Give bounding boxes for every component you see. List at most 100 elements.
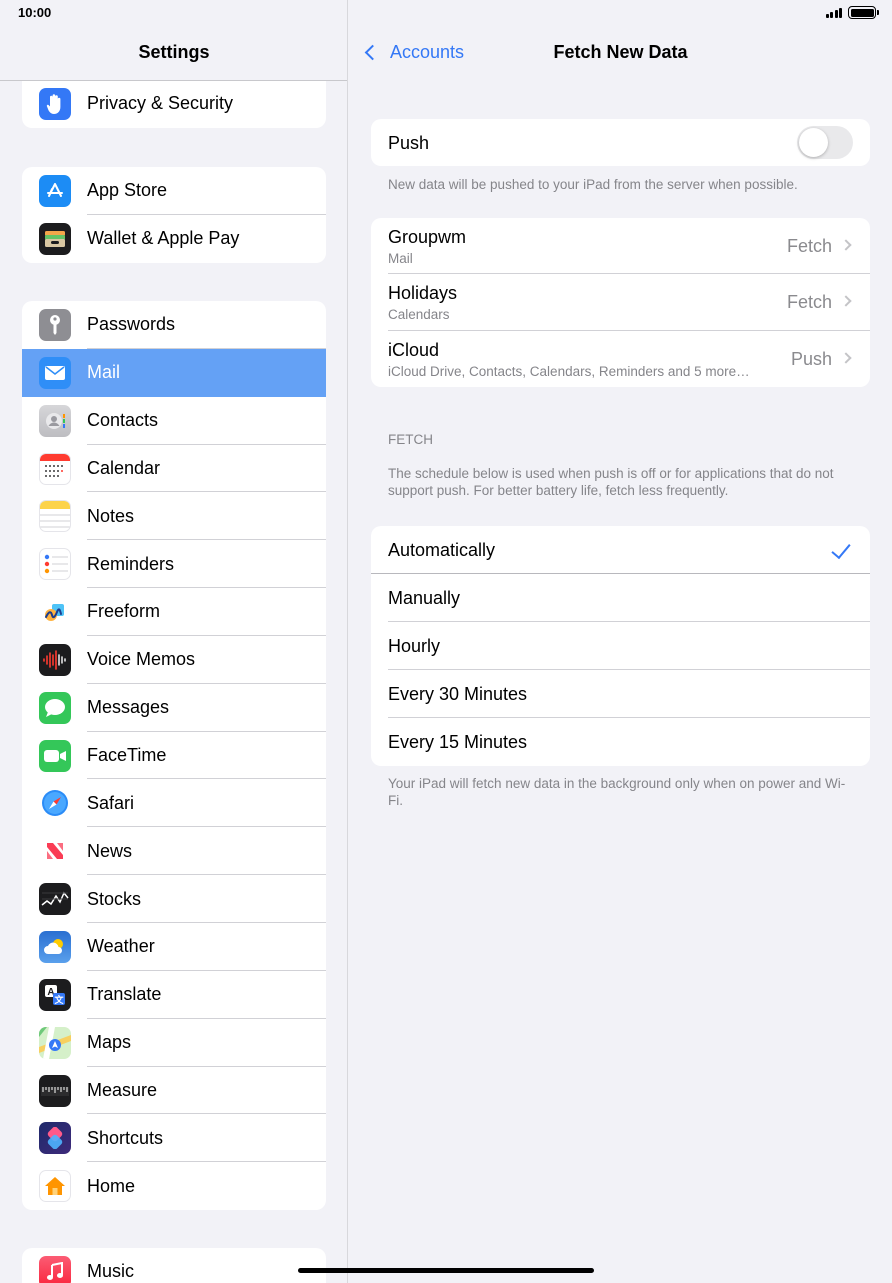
sidebar-item-measure[interactable]: Measure [22,1067,326,1115]
sidebar-item-label: Home [87,1175,136,1196]
key-icon [39,309,71,341]
sidebar-item-shortcuts[interactable]: Shortcuts [22,1114,326,1163]
account-row-groupwm[interactable]: Groupwm Mail Fetch [371,218,870,275]
music-note-icon [39,1256,71,1283]
sidebar-item-maps[interactable]: Maps [22,1019,326,1067]
freeform-icon [39,596,71,629]
sidebar-item-label: Music [87,1261,135,1282]
home-indicator[interactable] [298,1268,594,1273]
sidebar-item-weather[interactable]: Weather [22,923,326,971]
sidebar-item-label: Measure [87,1079,158,1100]
sidebar-group-store: App Store Wallet & Apple Pay [22,167,326,263]
ruler-icon [39,1074,71,1107]
accounts-card: Groupwm Mail Fetch Holidays Calendars Fe… [371,218,870,387]
fetch-footnote: Your iPad will fetch new data in the bac… [388,776,846,808]
sidebar-item-label: Maps [87,1032,132,1053]
sidebar-item-label: News [87,840,133,861]
sidebar-item-voice-memos[interactable]: Voice Memos [22,636,326,684]
sidebar-group-media: Music [22,1248,326,1283]
battery-icon [848,6,879,19]
wallet-icon [39,222,71,255]
sidebar-item-news[interactable]: News [22,827,326,876]
account-subtitle: Mail [388,251,413,266]
fetch-option-manually[interactable]: Manually [371,574,870,622]
sidebar-item-reminders[interactable]: Reminders [22,540,326,589]
detail-pane: Accounts Fetch New Data Push New data wi… [349,0,892,1283]
fetch-option-every-15-minutes[interactable]: Every 15 Minutes [371,718,870,766]
sidebar-item-wallet[interactable]: Wallet & Apple Pay [22,215,326,263]
map-icon [39,1026,71,1059]
push-toggle[interactable] [797,126,853,159]
account-name: iCloud [388,339,440,360]
waveform-icon [39,643,71,676]
option-label: Manually [388,588,461,608]
sidebar-item-privacy-security[interactable]: Privacy & Security [22,80,326,128]
sidebar-item-contacts[interactable]: Contacts [22,397,326,445]
settings-sidebar: Settings Privacy & Security App Store Wa… [0,0,348,1283]
sidebar-item-label: Wallet & Apple Pay [87,228,240,249]
cellular-signal-icon [825,7,842,18]
sidebar-item-calendar[interactable]: Calendar [22,445,326,493]
hand-icon [39,88,71,120]
sidebar-item-label: App Store [87,180,168,201]
page-title: Fetch New Data [553,42,688,62]
sidebar-item-freeform[interactable]: Freeform [22,588,326,636]
sidebar-item-label: Messages [87,697,170,718]
sidebar-item-label: Privacy & Security [87,93,234,114]
sidebar-item-label: Freeform [87,601,161,622]
account-subtitle: iCloud Drive, Contacts, Calendars, Remin… [388,363,750,379]
sidebar-item-facetime[interactable]: FaceTime [22,732,326,780]
status-time: 10:00 [18,5,52,20]
app-store-icon [39,175,71,207]
option-label: Every 15 Minutes [388,732,528,752]
account-name: Groupwm [388,227,467,247]
translate-icon: A文 [39,978,71,1011]
option-label: Hourly [388,636,441,656]
sidebar-item-stocks[interactable]: Stocks [22,875,326,923]
compass-icon [39,787,71,820]
news-icon [39,835,71,868]
account-fetch-mode: Fetch [786,292,832,313]
calendar-icon [39,452,71,485]
account-row-icloud[interactable]: iCloud iCloud Drive, Contacts, Calendars… [371,331,870,387]
sidebar-item-passwords[interactable]: Passwords [22,301,326,349]
contacts-icon [39,404,71,437]
sidebar-item-label: Shortcuts [87,1127,164,1148]
push-footnote: New data will be pushed to your iPad fro… [388,177,798,192]
sidebar-item-translate[interactable]: A文 Translate [22,971,326,1019]
sidebar-item-music[interactable]: Music [22,1248,326,1283]
shortcuts-icon [39,1122,71,1155]
checkmark-icon [831,538,851,560]
message-bubble-icon [39,691,71,724]
sidebar-title: Settings [138,42,210,62]
option-label: Every 30 Minutes [388,684,528,704]
sidebar-item-home[interactable]: Home [22,1162,326,1210]
sidebar-item-mail[interactable]: Mail [22,348,326,397]
account-row-holidays[interactable]: Holidays Calendars Fetch [371,274,870,331]
stocks-chart-icon [39,883,71,916]
sidebar-item-app-store[interactable]: App Store [22,167,326,215]
sidebar-header: Settings [0,0,347,81]
fetch-option-automatically[interactable]: Automatically [371,526,870,574]
sidebar-item-label: Voice Memos [87,649,196,670]
sidebar-item-messages[interactable]: Messages [22,684,326,732]
account-subtitle: Calendars [388,307,450,323]
fetch-option-every-30-minutes[interactable]: Every 30 Minutes [371,670,870,718]
account-name: Holidays [388,283,458,304]
sidebar-item-label: Passwords [87,314,176,335]
sidebar-item-label: Reminders [87,553,175,574]
fetch-description: The schedule below is used when push is … [388,466,834,498]
fetch-option-hourly[interactable]: Hourly [371,622,870,670]
status-indicators [825,6,879,19]
toggle-knob [799,128,828,157]
account-fetch-mode: Fetch [786,236,832,256]
reminders-icon [39,548,71,581]
video-camera-icon [39,739,71,772]
fetch-section-header: FETCH [388,432,433,447]
chevron-right-icon [840,351,852,364]
fetch-options-card: Automatically Manually Hourly Every 30 M… [371,526,870,766]
sidebar-item-label: Weather [87,936,155,957]
sidebar-item-notes[interactable]: Notes [22,492,326,541]
sidebar-item-safari[interactable]: Safari [22,779,326,828]
sidebar-item-label: Stocks [87,888,142,909]
